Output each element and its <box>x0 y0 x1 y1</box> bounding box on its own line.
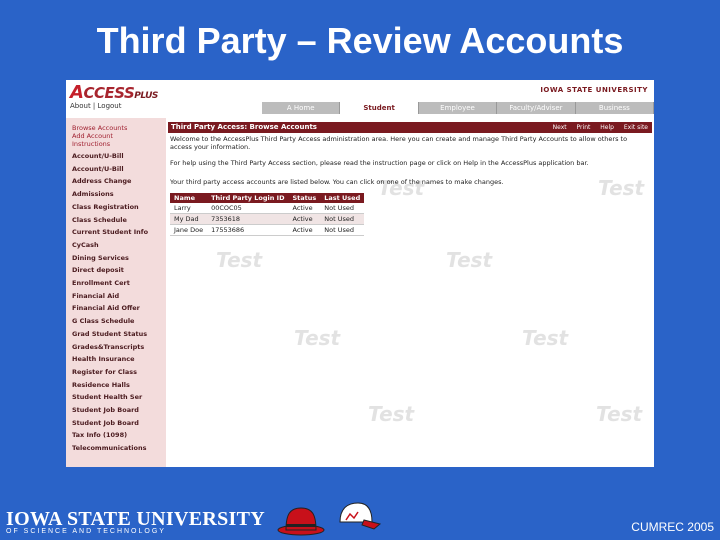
table-row[interactable]: My Dad 7353618 Active Not Used <box>170 213 365 225</box>
sidebar-item[interactable]: Account/U-Bill <box>66 163 166 176</box>
tab-home[interactable]: A Home <box>262 102 341 114</box>
table-header-row: Name Third Party Login ID Status Last Us… <box>170 193 365 203</box>
page-title: Third Party Access: Browse Accounts <box>171 123 317 131</box>
sidebar-item[interactable]: Residence Halls <box>66 379 166 392</box>
sidebar-item[interactable]: Register for Class <box>66 366 166 379</box>
cell-login-id: 17553686 <box>207 224 289 236</box>
accessplus-screenshot: ACCESSPLUS IOWA STATE UNIVERSITY About |… <box>66 80 654 467</box>
cell-name[interactable]: Jane Doe <box>170 224 208 236</box>
test-watermark: Test <box>368 402 415 426</box>
sidebar-item[interactable]: Enrollment Cert <box>66 277 166 290</box>
cell-name[interactable]: My Dad <box>170 213 208 225</box>
sidebar-subitem-add[interactable]: Add Account <box>72 132 166 140</box>
test-watermark: Test <box>596 402 643 426</box>
col-login-id: Third Party Login ID <box>207 193 289 203</box>
help-text: For help using the Third Party Access se… <box>170 159 589 167</box>
sidebar-item[interactable]: Account/U-Bill <box>66 150 166 163</box>
sidebar-item[interactable]: Student Job Board <box>66 404 166 417</box>
sidebar-item[interactable]: Grad Student Status <box>66 328 166 341</box>
col-last-used: Last Used <box>320 193 365 203</box>
sidebar-item[interactable]: G Class Schedule <box>66 315 166 328</box>
accessplus-logo: ACCESSPLUS <box>70 82 158 103</box>
next-link[interactable]: Next <box>553 124 567 131</box>
sidebar-item[interactable]: Telecommunications <box>66 442 166 455</box>
sidebar-item[interactable]: Current Student Info <box>66 226 166 239</box>
sidebar-item[interactable]: Address Change <box>66 175 166 188</box>
about-logout-links[interactable]: About | Logout <box>70 102 121 110</box>
sidebar-subitem-browse[interactable]: Browse Accounts <box>72 124 166 132</box>
sidebar-item[interactable]: CyCash <box>66 239 166 252</box>
cell-status: Active <box>288 224 321 236</box>
sidebar-item[interactable]: Class Registration <box>66 201 166 214</box>
tab-bar: A Home Student Employee Faculty/Adviser … <box>262 102 654 114</box>
header-tools: Next Print Help Exit site <box>545 122 648 133</box>
test-watermark: Test <box>446 248 493 272</box>
sidebar-item[interactable]: Tax Info (1098) <box>66 429 166 442</box>
main-content: Test Test Test Test Test Test Test Test … <box>168 118 654 467</box>
sidebar-item[interactable]: Direct deposit <box>66 264 166 277</box>
table-row[interactable]: Larry 00COC05 Active Not Used <box>170 203 365 214</box>
sidebar: Browse Accounts Add Account Instructions… <box>66 118 166 467</box>
listed-text: Your third party access accounts are lis… <box>170 178 504 186</box>
col-status: Status <box>288 193 321 203</box>
cell-name[interactable]: Larry <box>170 203 208 214</box>
accounts-table: Name Third Party Login ID Status Last Us… <box>170 193 365 236</box>
slide-title: Third Party – Review Accounts <box>96 20 624 61</box>
test-watermark: Test <box>216 248 263 272</box>
sidebar-item[interactable]: Health Insurance <box>66 353 166 366</box>
page-header-bar: Third Party Access: Browse Accounts Next… <box>168 122 652 133</box>
cell-login-id: 7353618 <box>207 213 289 225</box>
cell-status: Active <box>288 203 321 214</box>
cell-last-used: Not Used <box>320 224 365 236</box>
welcome-text: Welcome to the AccessPlus Third Party Ac… <box>170 135 628 151</box>
sidebar-item[interactable]: Admissions <box>66 188 166 201</box>
university-name: IOWA STATE UNIVERSITY <box>540 86 648 94</box>
conference-label: CUMREC 2005 <box>631 520 714 534</box>
cell-last-used: Not Used <box>320 213 365 225</box>
tab-business[interactable]: Business <box>576 102 654 114</box>
sidebar-submenu: Browse Accounts Add Account Instructions <box>66 118 166 150</box>
tab-student[interactable]: Student <box>340 102 419 114</box>
table-row[interactable]: Jane Doe 17553686 Active Not Used <box>170 224 365 236</box>
tab-employee[interactable]: Employee <box>419 102 498 114</box>
sidebar-item[interactable]: Student Job Board <box>66 417 166 430</box>
tab-faculty-adviser[interactable]: Faculty/Adviser <box>497 102 576 114</box>
sidebar-item[interactable]: Financial Aid Offer <box>66 302 166 315</box>
red-hat-icon <box>277 507 325 536</box>
cell-login-id: 00COC05 <box>207 203 289 214</box>
exit-link[interactable]: Exit site <box>624 124 648 131</box>
test-watermark: Test <box>522 326 569 350</box>
sidebar-item[interactable]: Financial Aid <box>66 290 166 303</box>
sidebar-item[interactable]: Class Schedule <box>66 214 166 227</box>
cell-status: Active <box>288 213 321 225</box>
print-link[interactable]: Print <box>577 124 591 131</box>
sidebar-item[interactable]: Dining Services <box>66 252 166 265</box>
sidebar-item[interactable]: Grades&Transcripts <box>66 341 166 354</box>
cell-last-used: Not Used <box>320 203 365 214</box>
help-link[interactable]: Help <box>600 124 614 131</box>
col-name: Name <box>170 193 208 203</box>
test-watermark: Test <box>294 326 341 350</box>
sidebar-item[interactable]: Student Health Ser <box>66 391 166 404</box>
baseball-cap-icon <box>339 502 382 530</box>
footer-university-subtitle: OF SCIENCE AND TECHNOLOGY <box>6 528 166 535</box>
app-header: ACCESSPLUS IOWA STATE UNIVERSITY <box>66 80 654 103</box>
sidebar-subitem-instructions[interactable]: Instructions <box>72 140 166 148</box>
